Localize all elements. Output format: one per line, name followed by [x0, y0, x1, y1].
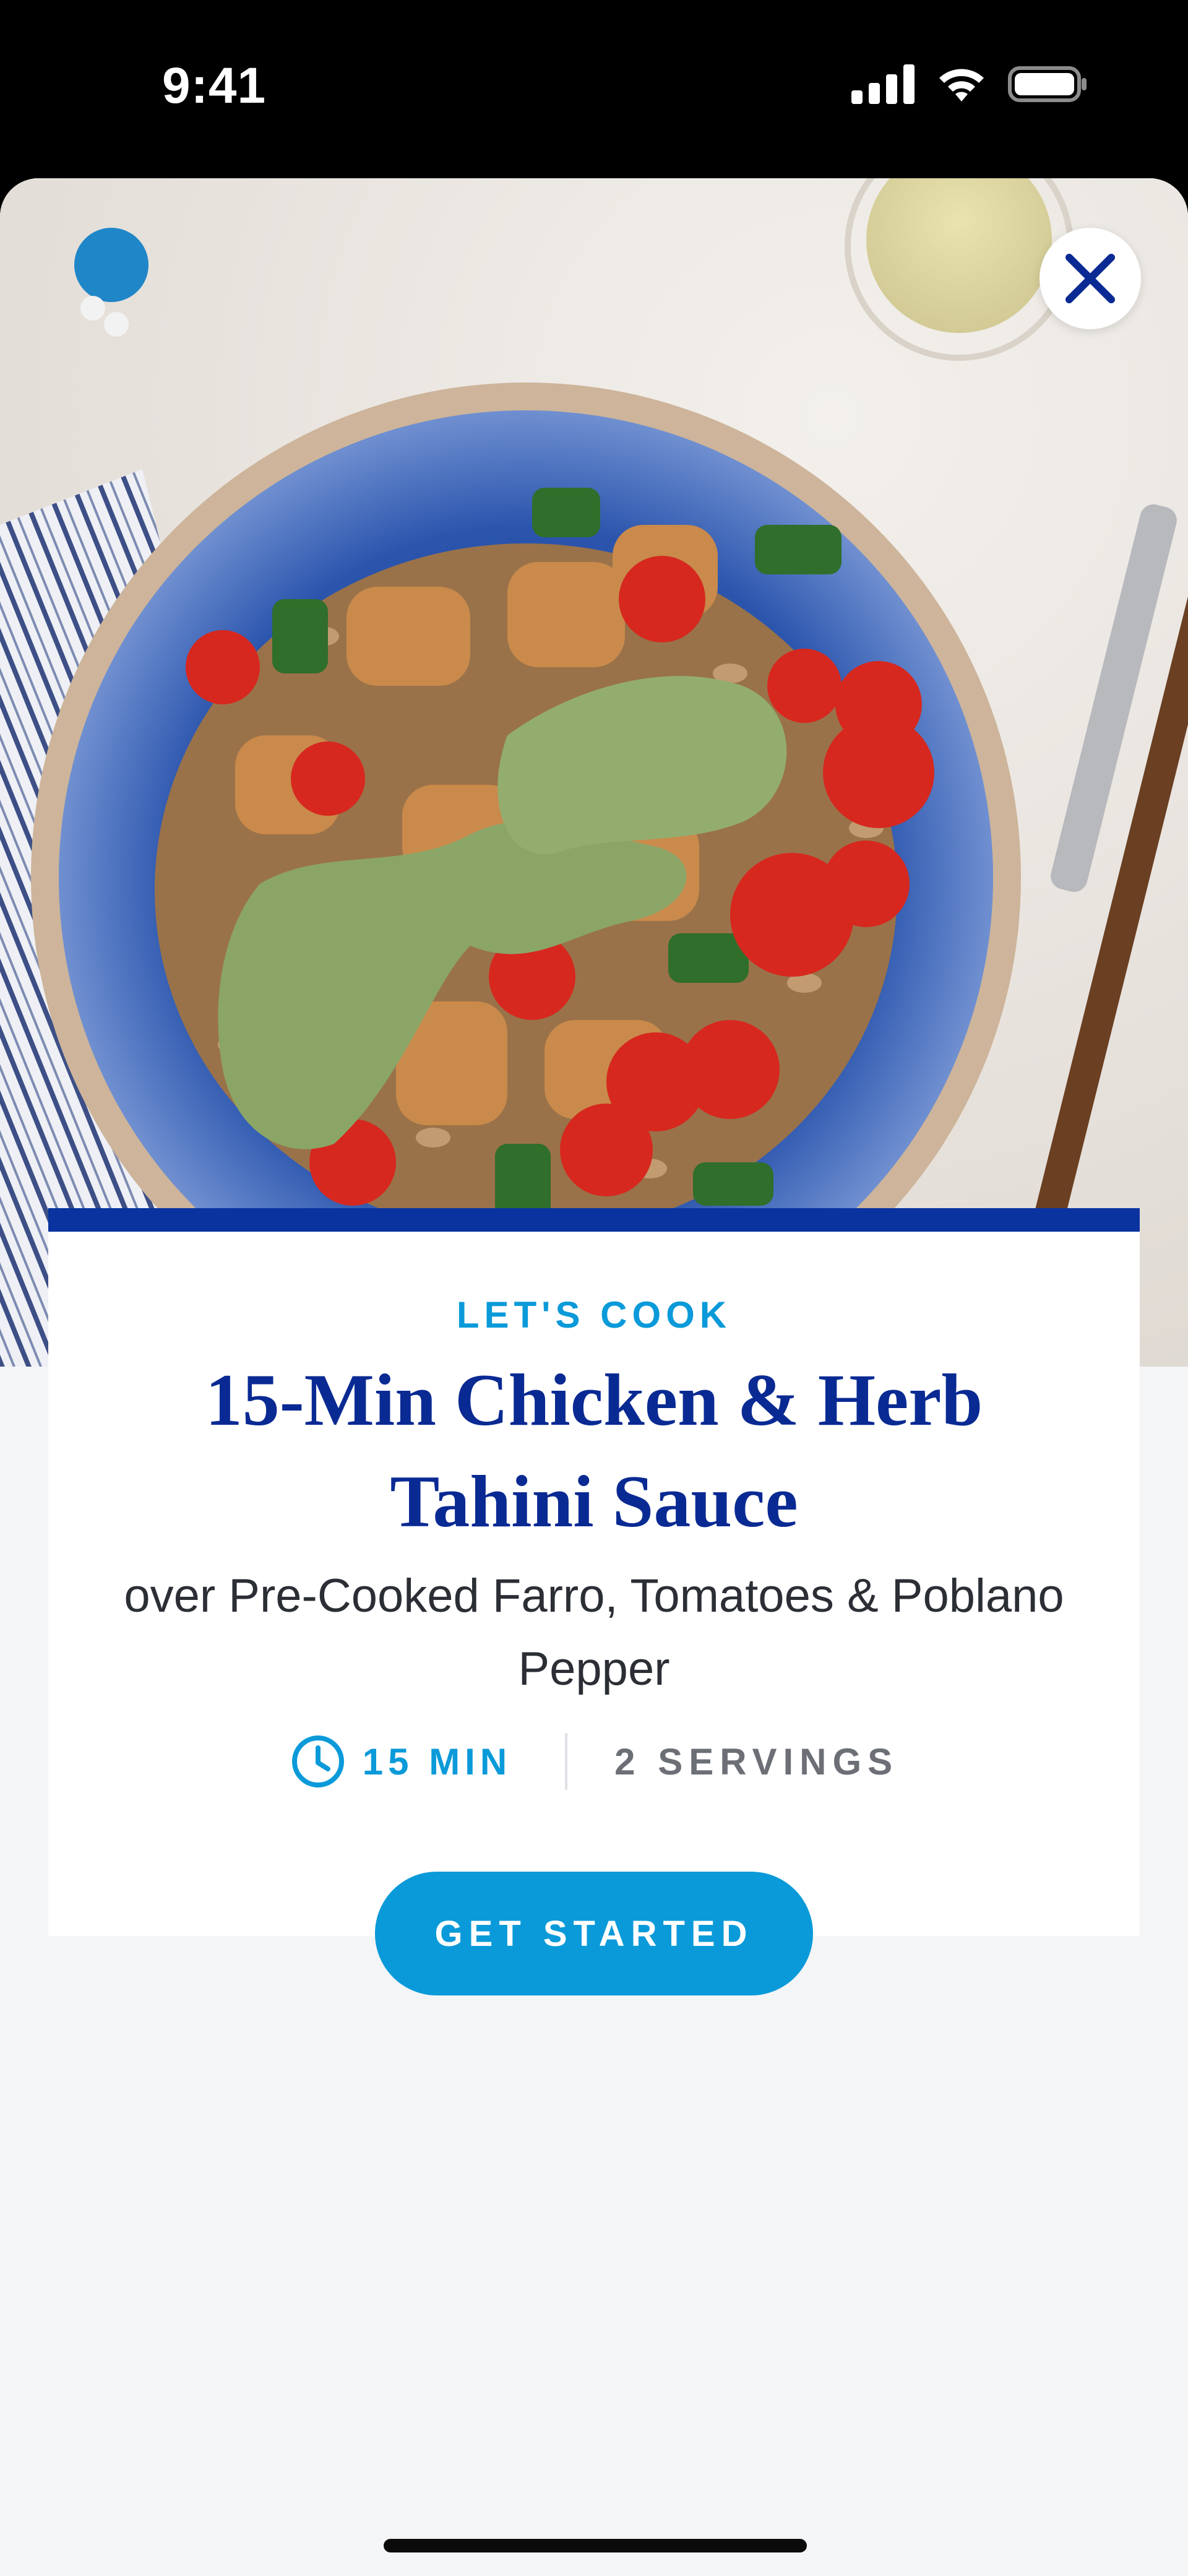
cook-time-label: 15 MIN — [362, 1740, 512, 1783]
get-started-button[interactable]: GET STARTED — [375, 1872, 813, 1995]
servings-label: 2 SERVINGS — [614, 1740, 899, 1783]
cook-time: 15 MIN — [290, 1733, 565, 1790]
status-icons — [851, 64, 1089, 104]
close-icon — [1065, 254, 1115, 303]
status-bar: 9:41 — [0, 0, 1188, 178]
signal-icon — [851, 64, 915, 104]
recipe-subtitle: over Pre-Cooked Farro, Tomatoes & Poblan… — [124, 1570, 1064, 1695]
eyebrow-label: LET'S COOK — [456, 1294, 732, 1336]
food-photo — [0, 178, 1188, 1367]
hero-image — [0, 178, 1188, 1367]
recipe-meta: 15 MIN 2 SERVINGS — [48, 1733, 1140, 1790]
recipe-sheet: LET'S COOK 15-Min Chicken & Herb Tahini … — [0, 178, 1188, 2576]
wifi-icon — [939, 69, 984, 102]
close-button[interactable] — [1040, 228, 1141, 329]
clock-icon — [291, 1735, 344, 1787]
home-indicator — [384, 2539, 807, 2552]
recipe-card: LET'S COOK 15-Min Chicken & Herb Tahini … — [48, 1208, 1140, 1936]
status-time: 9:41 — [162, 58, 267, 114]
recipe-title: 15-Min Chicken & Herb Tahini Sauce — [205, 1359, 983, 1542]
battery-icon — [1008, 66, 1087, 102]
